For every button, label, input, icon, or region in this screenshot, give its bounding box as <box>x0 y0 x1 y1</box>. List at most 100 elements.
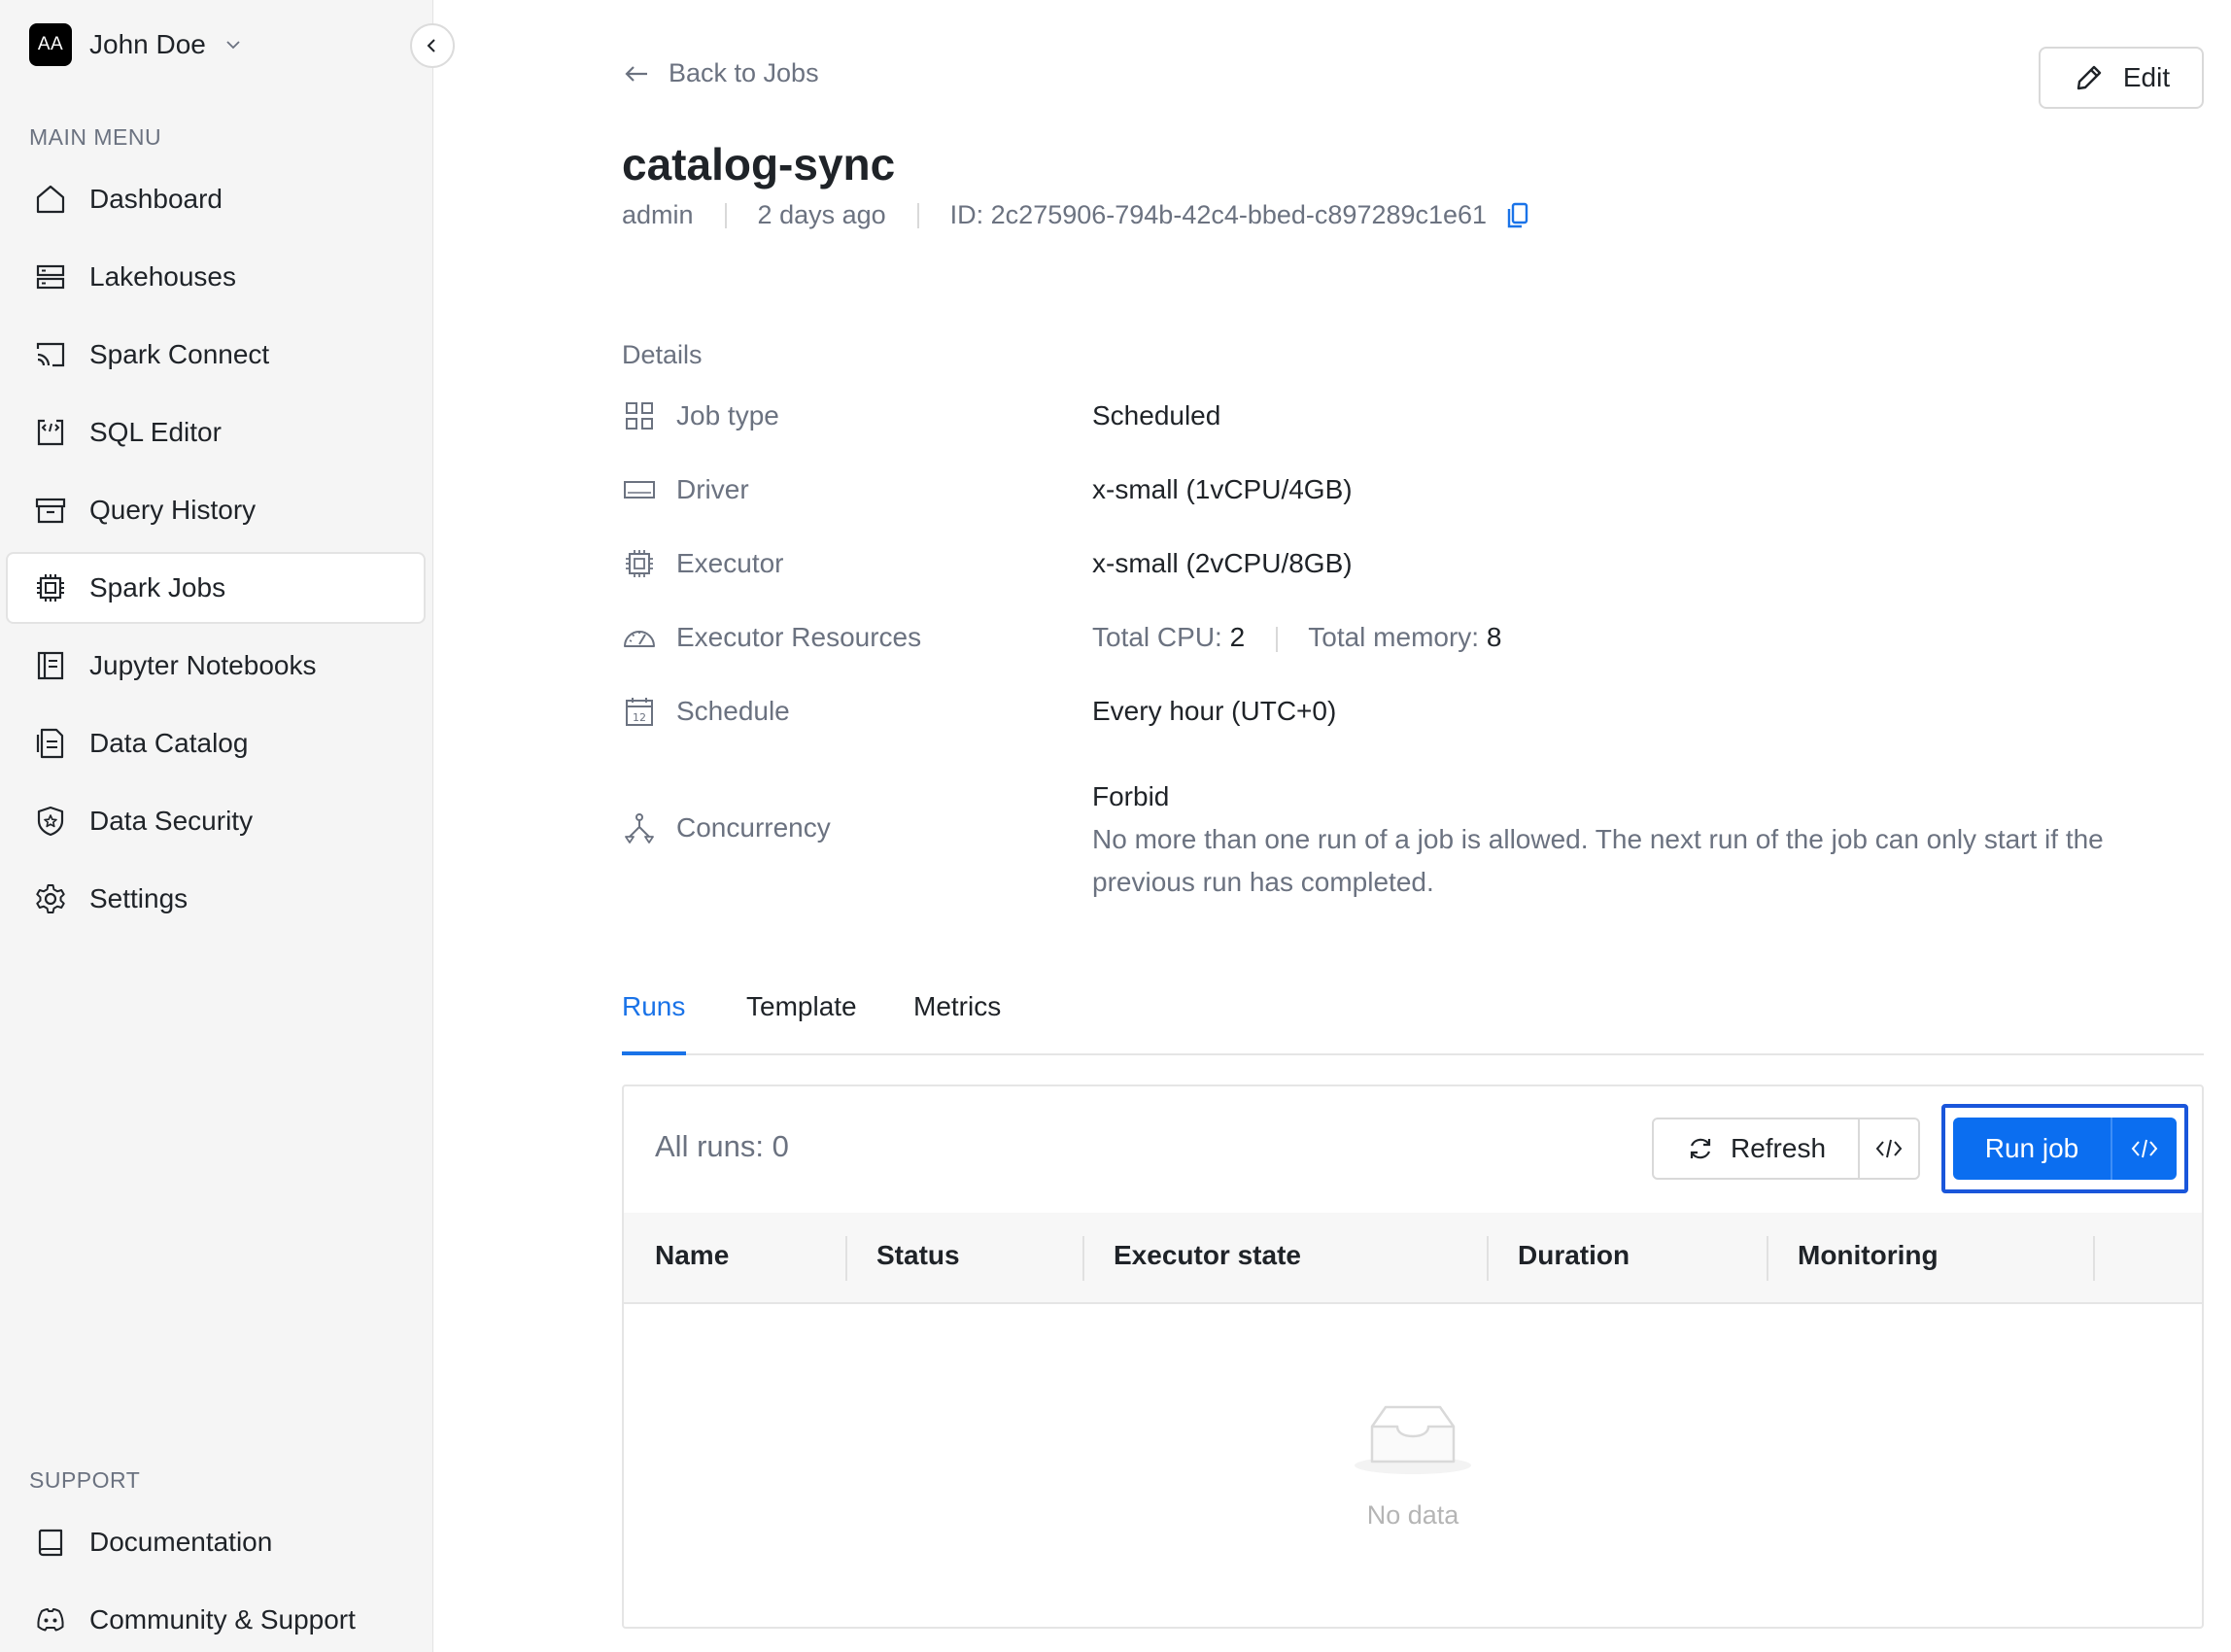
sidebar-item-label: SQL Editor <box>89 417 222 447</box>
detail-executor-resources: Executor Resources Total CPU: 2 Total me… <box>622 620 1501 655</box>
sidebar-item-community-support[interactable]: Community & Support <box>6 1584 426 1652</box>
support-label: SUPPORT <box>29 1467 141 1493</box>
cpu-icon <box>37 574 64 602</box>
edit-button[interactable]: Edit <box>2039 47 2204 109</box>
svg-text:12: 12 <box>633 711 646 724</box>
fork-icon <box>625 813 654 843</box>
sidebar-item-jupyter-notebooks[interactable]: Jupyter Notebooks <box>6 630 426 702</box>
sidebar-item-dashboard[interactable]: Dashboard <box>6 163 426 235</box>
detail-key: Concurrency <box>676 812 831 843</box>
sidebar-item-label: Dashboard <box>89 184 223 214</box>
cpu-icon <box>626 550 653 577</box>
detail-concurrency: Concurrency <box>622 810 1092 845</box>
run-job-button-group: Run job <box>1953 1118 2177 1180</box>
discord-icon <box>37 1608 64 1632</box>
run-job-code-button[interactable] <box>2111 1118 2177 1180</box>
sidebar-item-data-security[interactable]: Data Security <box>6 785 426 857</box>
gear-icon <box>36 884 65 913</box>
refresh-button[interactable]: Refresh <box>1654 1119 1858 1178</box>
edit-label: Edit <box>2122 62 2171 92</box>
run-job-button[interactable]: Run job <box>1953 1118 2111 1180</box>
refresh-label: Refresh <box>1730 1133 1827 1163</box>
concurrency-policy: Forbid <box>1092 781 1170 811</box>
sidebar-item-label: Documentation <box>89 1527 273 1557</box>
sidebar-item-label: Data Security <box>89 806 254 836</box>
collapse-sidebar-button[interactable] <box>410 23 455 68</box>
user-name: John Doe <box>89 29 206 59</box>
sql-editor-icon <box>37 419 64 446</box>
column-header-name[interactable]: Name <box>655 1240 729 1271</box>
server-icon <box>36 264 65 290</box>
detail-schedule: 12 Schedule Every hour (UTC+0) <box>622 694 1336 729</box>
main-nav: Dashboard Lakehouses Spark Connect SQL E… <box>6 163 426 941</box>
column-header-duration[interactable]: Duration <box>1518 1240 1630 1271</box>
sidebar-item-label: Settings <box>89 883 189 913</box>
column-divider <box>845 1236 847 1281</box>
sidebar-item-documentation[interactable]: Documentation <box>6 1506 426 1578</box>
sidebar-item-label: Community & Support <box>89 1604 356 1635</box>
job-id: ID: 2c275906-794b-42c4-bbed-c897289c1e61 <box>949 200 1488 229</box>
detail-value: x-small (2vCPU/8GB) <box>1092 548 1353 578</box>
shield-icon <box>37 806 64 837</box>
sidebar-item-label: Data Catalog <box>89 728 249 758</box>
main-content: Back to Jobs Edit catalog-sync admin 2 d… <box>433 0 2231 1652</box>
refresh-button-group: Refresh <box>1652 1118 1920 1180</box>
details-heading: Details <box>622 340 703 369</box>
sidebar: AA John Doe MAIN MENU Dashboard Lakehous… <box>0 0 433 1652</box>
tab-metrics[interactable]: Metrics <box>913 991 1001 1022</box>
detail-key: Schedule <box>676 696 790 726</box>
concurrency-value: Forbid No more than one run of a job is … <box>1092 775 2200 904</box>
back-to-jobs-link[interactable]: Back to Jobs <box>622 58 819 88</box>
column-header-status[interactable]: Status <box>876 1240 960 1271</box>
sidebar-item-label: Jupyter Notebooks <box>89 650 317 680</box>
detail-driver: Driver x-small (1vCPU/4GB) <box>622 472 1353 507</box>
copy-icon <box>1507 202 1528 227</box>
resource-divider <box>1275 626 1278 652</box>
column-divider <box>1767 1236 1768 1281</box>
total-memory-label: Total memory: <box>1308 622 1480 652</box>
back-label: Back to Jobs <box>669 58 819 87</box>
arrow-left-icon <box>625 65 647 82</box>
sidebar-item-data-catalog[interactable]: Data Catalog <box>6 707 426 779</box>
avatar: AA <box>29 23 72 66</box>
sidebar-item-settings[interactable]: Settings <box>6 863 426 935</box>
runs-panel: All runs: 0 Refresh Run job Name Status … <box>622 1084 2204 1629</box>
detail-value: x-small (1vCPU/4GB) <box>1092 474 1353 504</box>
sidebar-item-spark-jobs[interactable]: Spark Jobs <box>6 552 426 624</box>
user-menu[interactable]: AA John Doe <box>29 23 243 66</box>
sidebar-item-query-history[interactable]: Query History <box>6 474 426 546</box>
column-header-executor-state[interactable]: Executor state <box>1114 1240 1301 1271</box>
refresh-icon <box>1690 1138 1711 1159</box>
copy-id-button[interactable] <box>1504 201 1531 230</box>
tab-label: Template <box>746 991 857 1021</box>
gauge-icon <box>624 631 655 647</box>
run-job-focus-ring: Run job <box>1941 1104 2188 1193</box>
empty-state: No data <box>624 1397 2202 1531</box>
refresh-code-button[interactable] <box>1858 1119 1918 1178</box>
main-menu-label: MAIN MENU <box>29 124 162 150</box>
tab-template[interactable]: Template <box>746 991 857 1022</box>
meta-divider <box>724 202 727 228</box>
sidebar-item-label: Spark Connect <box>89 339 270 369</box>
calendar-icon: 12 <box>626 698 653 726</box>
job-tabs: Runs Template Metrics <box>622 981 2204 1055</box>
tab-runs[interactable]: Runs <box>622 991 685 1022</box>
code-icon <box>2131 1139 2158 1158</box>
column-divider <box>1082 1236 1084 1281</box>
detail-value: Total CPU: 2 Total memory: 8 <box>1092 622 1501 653</box>
run-job-label: Run job <box>1984 1133 2079 1163</box>
tab-label: Metrics <box>913 991 1002 1021</box>
sidebar-item-lakehouses[interactable]: Lakehouses <box>6 241 426 313</box>
sidebar-item-spark-connect[interactable]: Spark Connect <box>6 319 426 391</box>
concurrency-description: No more than one run of a job is allowed… <box>1092 824 2104 897</box>
detail-key: Job type <box>676 400 779 430</box>
cast-icon <box>36 342 65 367</box>
sidebar-item-sql-editor[interactable]: SQL Editor <box>6 396 426 468</box>
chevron-left-icon <box>427 39 435 52</box>
column-divider <box>2093 1236 2095 1281</box>
column-header-monitoring[interactable]: Monitoring <box>1798 1240 1939 1271</box>
job-owner: admin <box>622 200 694 229</box>
notebook-icon <box>37 651 64 680</box>
pencil-icon <box>2077 65 2102 90</box>
grid-icon <box>626 402 653 430</box>
